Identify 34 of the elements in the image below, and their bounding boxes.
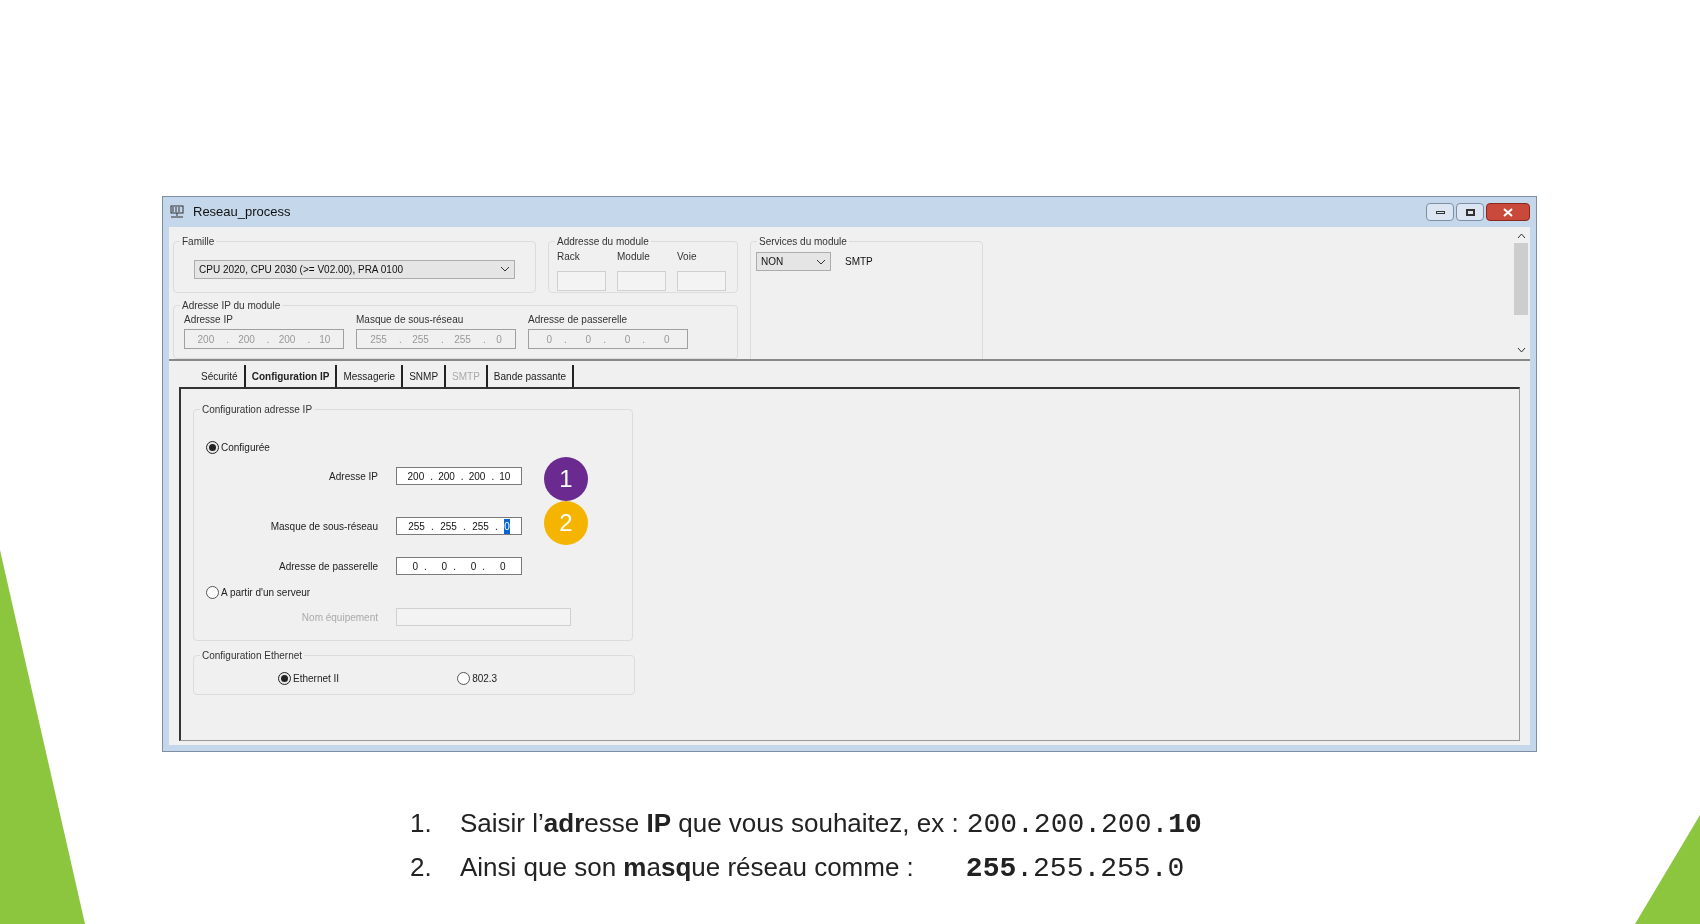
field-label: Masque de sous-réseau xyxy=(356,313,465,327)
step-text: Saisir l’adresse IP que vous souhaitez, ex : xyxy=(460,807,959,840)
ip-field[interactable]: 200 . 200 . 200 . 10 xyxy=(396,467,522,485)
field-label: Masque de sous-réseau xyxy=(269,519,379,534)
field-label: Adresse IP xyxy=(328,469,379,484)
step-number: 2. xyxy=(410,851,433,884)
field-label: Adresse IP xyxy=(184,313,234,327)
radio-label: 802.3 xyxy=(472,671,498,686)
group-label: Configuration Ethernet xyxy=(200,648,305,663)
step-number: 1. xyxy=(410,807,433,840)
field-label: Module xyxy=(617,251,651,263)
ip-field[interactable]: 255 . 255 . 255 . 0 xyxy=(396,517,522,535)
tab[interactable]: Bande passante xyxy=(487,365,575,387)
field-label: Voie xyxy=(677,251,698,263)
window-title: Reseau_process xyxy=(193,203,291,222)
radio-label: A partir d'un serveur xyxy=(221,586,311,600)
field-label: Adresse de passerelle xyxy=(528,313,628,327)
field-label: Nom équipement xyxy=(300,610,379,625)
step-badge: 2 xyxy=(544,501,588,545)
family-dropdown[interactable]: CPU 2020, CPU 2030 (>= V02.00), PRA 0100 xyxy=(194,259,515,279)
step-text: Ainsi que son masque réseau comme : xyxy=(460,851,914,884)
field-label: Rack xyxy=(557,251,581,263)
radio-label: Ethernet II xyxy=(293,671,340,686)
tab[interactable]: SNMP xyxy=(403,365,447,387)
group-label: Configuration adresse IP xyxy=(200,402,315,417)
tab[interactable]: Messagerie xyxy=(337,365,404,387)
services-dropdown[interactable]: NON xyxy=(756,252,831,271)
ip-value: 200.200.200.10 xyxy=(966,808,1202,842)
radio-label: Configurée xyxy=(221,441,270,455)
ip-field[interactable]: 0 . 0 . 0 . 0 xyxy=(396,557,522,575)
ip-value: 255.255.255.0 xyxy=(965,852,1185,886)
service-label: SMTP xyxy=(845,255,873,269)
step-badge: 1 xyxy=(544,457,588,501)
field-label: Adresse de passerelle xyxy=(278,559,379,574)
